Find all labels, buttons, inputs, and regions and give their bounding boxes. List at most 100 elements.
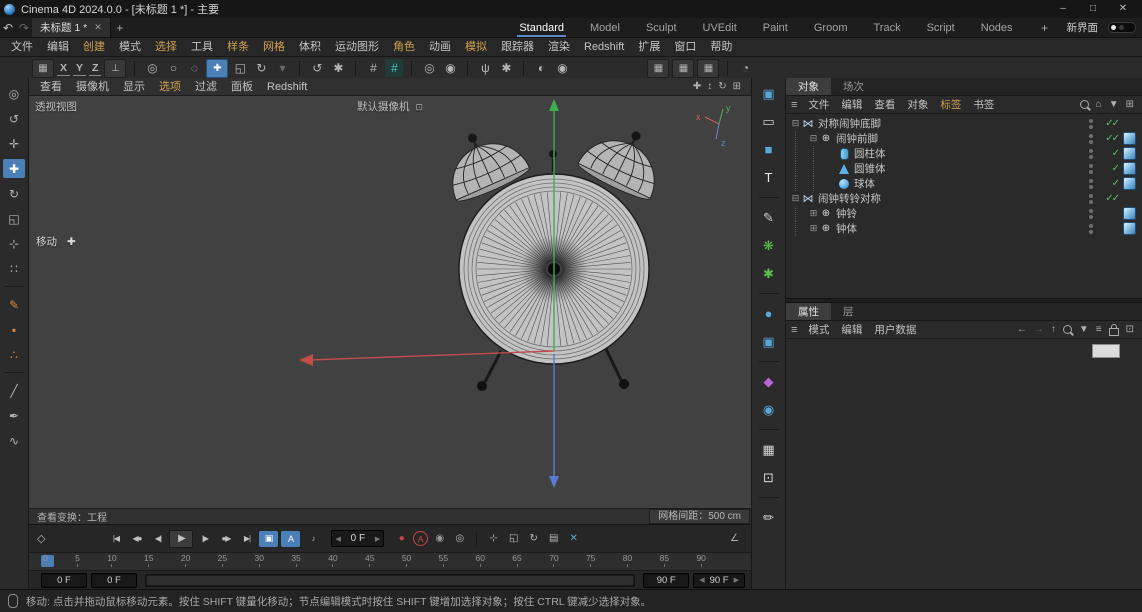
lasso-selection-icon[interactable]: ◌ <box>185 59 203 77</box>
enabled-check-icon[interactable]: ✓✓ <box>1098 118 1118 129</box>
prev-key-button[interactable]: ◀● <box>127 531 146 547</box>
menu-item[interactable]: 模拟 <box>458 38 494 56</box>
scale-tool-icon[interactable]: ◱ <box>231 59 249 77</box>
menu-item[interactable]: 帮助 <box>703 38 739 56</box>
redo-icon[interactable]: ↷ <box>16 21 32 35</box>
edit-render-settings-icon[interactable]: ▦ <box>697 59 719 78</box>
workspace-tab[interactable]: Track <box>871 19 902 37</box>
camera-menu-icon[interactable]: ⊡ <box>415 102 423 112</box>
phong-tag-icon[interactable] <box>1123 207 1136 220</box>
viewport-menu-item[interactable]: 选项 <box>152 78 188 96</box>
next-key-button[interactable]: ●▶ <box>216 531 235 547</box>
object-row[interactable]: ⊟⋈对称闹钟底脚✓✓ <box>786 116 1142 131</box>
timeline-ruler[interactable]: 051015202530354045505560657075808590 <box>29 552 751 571</box>
record-scale-button[interactable]: ◱ <box>505 531 522 547</box>
coordinate-system-icon[interactable]: ⊥ <box>104 59 126 78</box>
up-arrow-icon[interactable]: ↑ <box>1051 324 1056 335</box>
max-frame-stepper[interactable]: ◀ 90 F ▶ <box>693 573 745 588</box>
autokey-button[interactable]: A <box>281 531 300 547</box>
viewport-menu-item[interactable]: 显示 <box>116 78 152 96</box>
keyframe-mode-button[interactable]: ▣ <box>259 531 278 547</box>
menu-item[interactable]: 窗口 <box>667 38 703 56</box>
zoom-view-icon[interactable]: ◎ <box>3 84 25 103</box>
render-to-picture-viewer-icon[interactable]: ▦ <box>647 59 669 78</box>
phong-tag-icon[interactable] <box>1123 177 1136 190</box>
minimize-button[interactable]: – <box>1048 0 1078 18</box>
visibility-dots[interactable] <box>1089 149 1093 159</box>
render-active-view-icon[interactable]: ◐ <box>532 59 550 77</box>
ik-settings-icon[interactable]: ✱ <box>497 59 515 77</box>
menu-item[interactable]: 样条 <box>220 38 256 56</box>
material-pen-icon[interactable]: ✏ <box>757 507 781 528</box>
panel-menu-item[interactable]: 用户数据 <box>869 321 921 339</box>
menu-item[interactable]: 编辑 <box>40 38 76 56</box>
viewport-menu-item[interactable]: 摄像机 <box>69 78 116 96</box>
sound-button[interactable]: ♪ <box>303 531 322 547</box>
mograph-cloner-icon[interactable]: ❋ <box>757 235 781 256</box>
visibility-dots[interactable] <box>1089 209 1093 219</box>
frame-decrement-icon[interactable]: ◀ <box>335 535 340 543</box>
object-row[interactable]: ⊞⊕钟铃 <box>786 206 1142 221</box>
render-region-icon[interactable]: ◉ <box>553 59 571 77</box>
object-row[interactable]: ⊟⋈闹钟转铃对称✓✓ <box>786 191 1142 206</box>
live-selection-icon[interactable]: ◎ <box>143 59 161 77</box>
tool-settings-icon[interactable]: ✱ <box>329 59 347 77</box>
last-tool-icon[interactable]: ▾ <box>273 59 291 77</box>
dolly-view-icon[interactable]: ↕ <box>707 81 712 92</box>
x-axis-lock[interactable]: X <box>57 61 70 76</box>
forward-arrow-icon[interactable]: → <box>1034 324 1044 335</box>
rotate-view-icon[interactable]: ↻ <box>718 81 726 92</box>
panel-tab[interactable]: 场次 <box>831 78 876 95</box>
workplane-lock-icon[interactable]: ◉ <box>441 59 459 77</box>
range-start-field[interactable]: 0 F <box>41 573 87 588</box>
deformer-icon[interactable]: ◆ <box>757 371 781 392</box>
interactive-render-icon[interactable]: ◔ <box>736 59 754 77</box>
enabled-check-icon[interactable]: ✓ <box>1098 163 1118 174</box>
panel-menu-item[interactable]: 模式 <box>803 321 834 339</box>
rotate-tool-icon[interactable]: ↻ <box>252 59 270 77</box>
visibility-dots[interactable] <box>1089 179 1093 189</box>
menu-item[interactable]: 渲染 <box>541 38 577 56</box>
record-keyframe-button[interactable]: ● <box>393 531 410 547</box>
record-rotation-button[interactable]: ↻ <box>525 531 542 547</box>
tool-history-icon[interactable]: ↺ <box>308 59 326 77</box>
filter-icon[interactable]: ▼ <box>1079 324 1089 335</box>
scatter-tool-icon[interactable]: ∴ <box>3 345 25 364</box>
add-workspace-button[interactable]: + <box>1037 21 1053 35</box>
keyframe-nav-icon[interactable]: ◇ <box>37 532 45 545</box>
panel-menu-item[interactable]: 文件 <box>803 96 834 114</box>
search-icon[interactable] <box>1080 100 1089 109</box>
workspace-tab[interactable]: Nodes <box>979 19 1015 37</box>
panel-menu-icon[interactable]: ⊞ <box>1126 99 1134 110</box>
close-button[interactable]: ✕ <box>1108 0 1138 18</box>
current-frame-field[interactable]: 0 F <box>91 573 137 588</box>
list-icon[interactable]: ≡ <box>1096 324 1102 335</box>
viewport-menu-item[interactable]: 查看 <box>33 78 69 96</box>
quantize-icon[interactable]: ∷ <box>3 259 25 278</box>
hamburger-icon[interactable]: ≡ <box>791 324 797 336</box>
object-row[interactable]: 球体✓ <box>786 176 1142 191</box>
workspace-tab[interactable]: Groom <box>812 19 850 37</box>
knife-tool-icon[interactable]: ╱ <box>3 381 25 400</box>
render-queue-icon[interactable]: ▦ <box>672 59 694 78</box>
y-axis-lock[interactable]: Y <box>73 61 86 76</box>
menu-item[interactable]: 网格 <box>256 38 292 56</box>
panel-menu-item[interactable]: 查看 <box>869 96 900 114</box>
next-frame-button[interactable]: |▶ <box>195 531 214 547</box>
visibility-dots[interactable] <box>1089 134 1093 144</box>
viewport-menu-item[interactable]: Redshift <box>260 78 314 96</box>
move-tool-icon[interactable]: ✚ <box>206 59 228 78</box>
workplane-icon[interactable]: ◎ <box>420 59 438 77</box>
pen-tool-icon[interactable]: ✒ <box>3 406 25 425</box>
menu-item[interactable]: 运动图形 <box>328 38 386 56</box>
camera-label[interactable]: 默认摄像机⊡ <box>29 99 751 114</box>
workspace-tab[interactable]: Script <box>925 19 957 37</box>
panel-tab[interactable]: 属性 <box>786 303 831 320</box>
max-frame-decrement-icon[interactable]: ◀ <box>699 576 704 584</box>
prev-frame-button[interactable]: ◀| <box>148 531 167 547</box>
expander-icon[interactable]: ⊞ <box>808 208 819 219</box>
visibility-dots[interactable] <box>1089 224 1093 234</box>
panel-menu-item[interactable]: 编辑 <box>836 321 867 339</box>
autokey-all-button[interactable]: A <box>413 531 428 546</box>
rotate-tool-icon[interactable]: ↻ <box>3 184 25 203</box>
